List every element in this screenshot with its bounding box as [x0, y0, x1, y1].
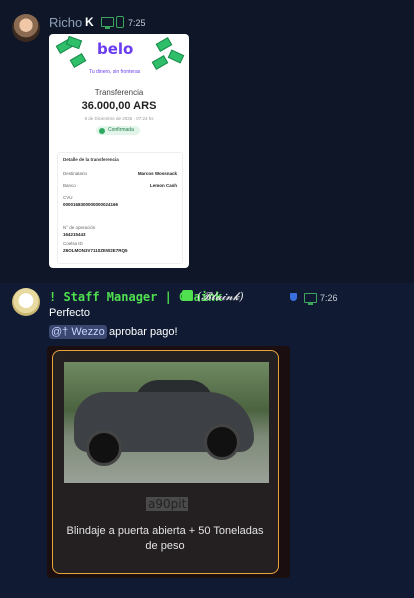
message-text: aprobar pago!	[109, 326, 178, 338]
status-label: Confirmada	[108, 127, 134, 133]
field-label: Coelsa ID	[63, 241, 83, 246]
receipt-amount: 36.000,00 ARS	[81, 100, 157, 112]
money-bill-icon	[151, 55, 169, 70]
receipt-date: 9 de Diciembre de 2025 · 07:24 hs	[84, 116, 154, 121]
field-label: Destinatario	[63, 171, 88, 176]
message-1: Richo K 7:25 belo Tu dinero, sin fronter…	[0, 0, 414, 282]
field-value: Z6OLMON3V7110ZEW2E7RQ5	[63, 248, 128, 253]
avatar[interactable]	[12, 288, 40, 316]
money-bill-icon	[155, 37, 173, 52]
embed-image[interactable]	[64, 362, 269, 483]
receipt-image[interactable]: belo Tu dinero, sin fronteras Transferen…	[49, 34, 189, 268]
check-icon	[99, 127, 105, 134]
money-bill-icon	[167, 49, 185, 64]
role-badge-icon: K	[85, 15, 94, 29]
details-header: Detalle de la transferencia	[63, 157, 119, 162]
wheel	[204, 424, 240, 460]
money-bill-icon	[69, 53, 87, 68]
shield-icon	[290, 293, 297, 301]
desktop-icon	[101, 17, 114, 29]
field-value: 164215443	[63, 232, 86, 237]
belo-logo: belo	[97, 40, 134, 58]
message-text: Perfecto	[49, 307, 90, 319]
field-label: Banco	[63, 183, 76, 188]
author-alt-name[interactable]: (𝓑𝓵𝓪𝓲𝓷𝓴)	[197, 290, 244, 304]
embed-description: Blindaje a puerta abierta + 50 Toneladas…	[66, 525, 264, 552]
author-name[interactable]: Richo	[49, 15, 82, 30]
timestamp: 7:26	[320, 293, 338, 303]
avatar[interactable]	[12, 14, 40, 42]
field-label: N° de operación	[63, 225, 96, 230]
timestamp: 7:25	[128, 18, 146, 28]
status-badge: Confirmada	[96, 126, 140, 135]
field-label: CVU	[63, 195, 73, 200]
field-value: Lemon Cash	[149, 183, 177, 188]
tag-icon	[182, 290, 193, 301]
details-card: Detalle de la transferencia Destinatario…	[57, 152, 183, 264]
receipt-title: Transferencia	[94, 88, 144, 97]
desktop-icon	[304, 293, 317, 305]
wheel	[86, 430, 122, 466]
mobile-icon	[116, 16, 124, 28]
user-mention[interactable]: @† Wezzo	[49, 325, 107, 339]
receipt-header: belo Tu dinero, sin fronteras	[49, 34, 189, 78]
field-value: Marcos Wossnack	[137, 171, 177, 176]
receipt-tagline: Tu dinero, sin fronteras	[89, 69, 141, 75]
embed-title: a90pit	[146, 497, 189, 511]
field-value: 0000168300000000024166	[63, 202, 119, 207]
